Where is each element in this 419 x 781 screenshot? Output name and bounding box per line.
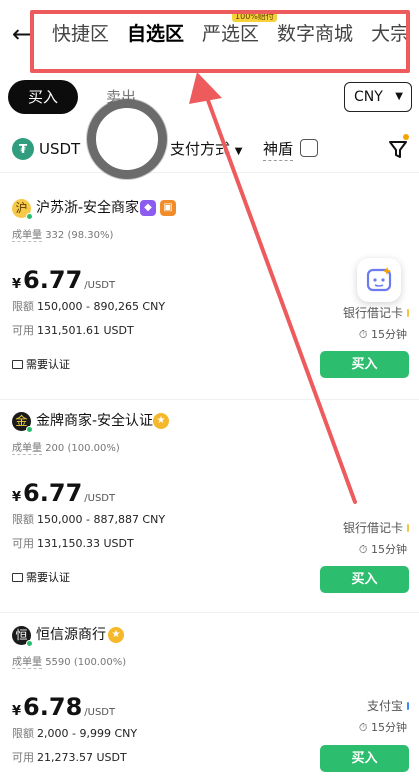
order-stats: 成单量 5590 (100.00%) [12,657,127,669]
payment-time: ⏱ 15分钟 [358,721,407,734]
verification-required: 需要认证 [12,357,70,373]
assistant-icon [366,267,392,292]
shield-filter-label: 神盾 [263,138,294,161]
payment-method: 支付宝 [367,698,409,714]
assistant-float-button[interactable] [357,258,401,302]
payment-time: ⏱ 15分钟 [358,328,407,341]
compensation-badge: 100%赔付 [232,12,277,22]
coin-label: USDT [39,140,81,158]
online-dot [26,213,33,220]
top-nav: ← 快捷区 自选区 严选区 100%赔付 数字商城 大宗 [0,0,419,70]
buy-button[interactable]: 买入 [320,351,409,378]
payment-method: 银行借记卡 [343,305,409,321]
online-dot [26,640,33,647]
payment-time: ⏱ 15分钟 [358,543,407,556]
available-amount: 可用 131,150.33 USDT [12,537,134,550]
order-stats: 成单量 332 (98.30%) [12,230,114,242]
lock-badge-icon: ▣ [160,200,176,216]
merchant-card: 恒 恒信源商行 ★ 成单量 5590 (100.00%) ¥6.78/USDT … [0,626,419,781]
verification-required: 需要认证 [12,570,70,586]
merchant-avatar: 金 [12,412,33,433]
gold-badge-icon: ★ [153,413,169,429]
limit-range: 限额 150,000 - 890,265 CNY [12,300,166,313]
buy-toggle-button[interactable]: 买入 [8,80,78,114]
notification-dot [403,134,409,140]
id-card-icon [12,573,23,582]
diamond-badge-icon: ◆ [140,200,156,216]
usdt-icon: ₮ [12,138,34,160]
divider [0,172,419,173]
caret-down-icon: ▼ [395,91,403,102]
available-amount: 可用 21,273.57 USDT [12,751,127,764]
gold-badge-icon: ★ [108,627,124,643]
tab-strict-zone[interactable]: 严选区 100%赔付 [202,12,277,48]
currency-select[interactable]: CNY ▼ [344,82,412,112]
caret-down-icon: ▼ [234,146,243,157]
zone-tabs: 快捷区 自选区 严选区 100%赔付 数字商城 大宗 [52,12,419,48]
divider [0,399,419,400]
divider [0,612,419,613]
online-dot [26,426,33,433]
price: ¥6.78/USDT [12,693,116,721]
tab-label: 大宗 [371,23,410,45]
limit-range: 限额 150,000 - 887,887 CNY [12,513,166,526]
tab-label: 自选区 [127,23,185,45]
merchant-name[interactable]: 恒信源商行 [36,626,106,645]
tab-label: 严选区 [202,23,260,45]
merchant-name[interactable]: 沪苏浙-安全商家 [36,199,139,218]
available-amount: 可用 131,501.61 USDT [12,324,134,337]
filter-bar: ₮ USDT 支付方式 ▼ 神盾 [0,132,419,166]
tab-quick-zone[interactable]: 快捷区 [52,20,109,48]
price: ¥6.77/USDT [12,266,116,294]
merchant-card: 金 金牌商家-安全认证 ★ 成单量 200 (100.00%) ¥6.77/US… [0,412,419,602]
limit-range: 限额 2,000 - 9,999 CNY [12,727,138,740]
tab-bulk[interactable]: 大宗 [371,20,409,48]
payment-method: 银行借记卡 [343,520,409,536]
shield-checkbox[interactable] [300,139,318,157]
merchant-avatar: 沪 [12,199,33,220]
buy-button[interactable]: 买入 [320,745,409,772]
merchant-avatar: 恒 [12,626,33,647]
tab-digital-mall[interactable]: 数字商城 [277,20,353,48]
coin-select[interactable]: ₮ USDT [12,138,80,160]
tab-self-select-zone[interactable]: 自选区 [127,20,184,48]
payment-method-select[interactable]: 支付方式 ▼ [170,138,243,163]
tab-label: 快捷区 [52,23,110,45]
price: ¥6.77/USDT [12,479,116,507]
merchant-name[interactable]: 金牌商家-安全认证 [36,412,153,431]
back-arrow-icon[interactable]: ← [8,20,36,48]
buy-button[interactable]: 买入 [320,566,409,593]
order-stats: 成单量 200 (100.00%) [12,443,120,455]
payment-filter-label: 支付方式 [170,140,231,158]
currency-value: CNY [354,89,383,105]
id-card-icon [12,360,23,369]
touch-indicator [87,99,167,179]
tab-label: 数字商城 [277,23,354,45]
